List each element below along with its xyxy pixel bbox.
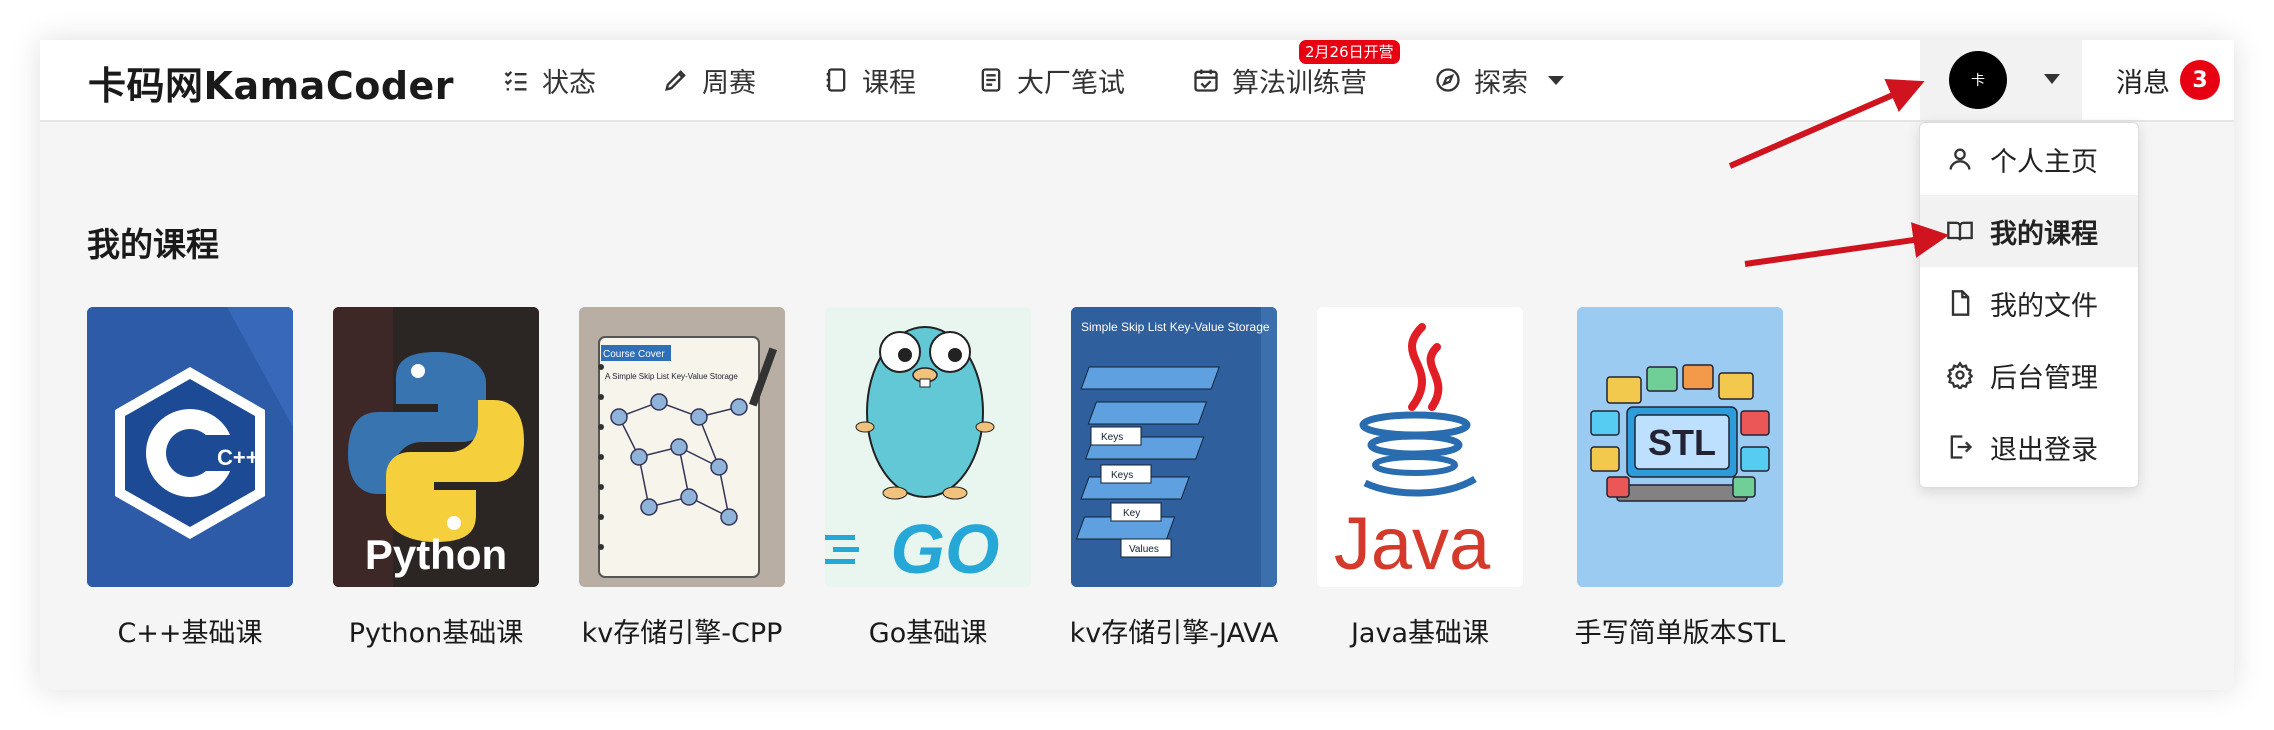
dropdown-label: 退出登录 — [1990, 434, 2098, 466]
nav-label: 周赛 — [702, 67, 756, 99]
notebook-icon — [826, 68, 846, 92]
cover-label: Values — [1129, 544, 1159, 555]
chevron-down-icon — [1548, 75, 1564, 85]
cover-title: Java — [1334, 502, 1491, 585]
dropdown-label: 个人主页 — [1990, 146, 2098, 178]
compass-icon — [1436, 68, 1460, 92]
list-check-icon — [504, 71, 527, 91]
site-logo[interactable]: 卡码网KamaCoder — [88, 55, 454, 110]
cover-label: Keys — [1101, 432, 1123, 443]
course-name: Python基础课 — [348, 618, 524, 649]
nav-item-courses[interactable]: 课程 — [822, 40, 916, 120]
nav-item-status[interactable]: 状态 — [502, 40, 596, 120]
course-card-stl[interactable]: STL 手写简单版本STL — [1575, 307, 1785, 650]
course-name: C++基础课 — [117, 618, 263, 649]
course-cover: Course Cover A Simple Skip List Key-Valu… — [579, 307, 785, 587]
messages-link[interactable]: 消息 3 — [2116, 40, 2220, 120]
course-name: kv存储引擎-CPP — [581, 618, 783, 649]
logout-icon — [1950, 435, 1973, 459]
user-icon — [1949, 148, 1971, 170]
cover-title: Simple Skip List Key-Value Storage — [1081, 320, 1270, 334]
promo-badge: 2月26日开营 — [1299, 40, 1400, 64]
course-cover: Java — [1317, 307, 1523, 587]
cover-title: C++ — [217, 445, 259, 470]
pencil-icon — [665, 70, 686, 91]
dropdown-label: 后台管理 — [1990, 362, 2098, 394]
course-cover: GO — [825, 307, 1031, 587]
dropdown-item-logout[interactable]: 退出登录 — [1920, 411, 2138, 483]
course-cover: C++ — [87, 307, 293, 587]
dropdown-item-profile[interactable]: 个人主页 — [1920, 123, 2138, 195]
nav-item-explore[interactable]: 探索 — [1434, 40, 1564, 120]
messages-label: 消息 — [2116, 67, 2170, 99]
course-card-kv-java[interactable]: Simple Skip List Key-Value Storage Keys … — [1070, 307, 1278, 650]
course-card-go[interactable]: GO Go基础课 — [825, 307, 1031, 650]
nav-label: 算法训练营 — [1232, 67, 1367, 99]
app-window: 卡码网KamaCoder 状态 周赛 课程 大厂笔试 算法训练营 2月26日开营… — [40, 40, 2234, 690]
course-name: 手写简单版本STL — [1574, 618, 1786, 649]
calendar-check-icon — [1194, 69, 1218, 92]
top-nav: 卡码网KamaCoder 状态 周赛 课程 大厂笔试 算法训练营 2月26日开营… — [40, 40, 2234, 122]
dropdown-item-admin[interactable]: 后台管理 — [1920, 339, 2138, 411]
course-cover: Python — [333, 307, 539, 587]
dropdown-label: 我的文件 — [1990, 290, 2098, 322]
section-title: 我的课程 — [87, 225, 219, 264]
cover-title: Course Cover — [603, 349, 665, 360]
cover-label: Key — [1123, 508, 1140, 519]
course-card-python[interactable]: Python Python基础课 — [333, 307, 539, 650]
dropdown-item-my-files[interactable]: 我的文件 — [1920, 267, 2138, 339]
course-cover: Simple Skip List Key-Value Storage Keys … — [1071, 307, 1277, 587]
cover-title: STL — [1648, 422, 1716, 463]
cover-subtitle: A Simple Skip List Key-Value Storage — [605, 372, 738, 381]
course-name: Go基础课 — [868, 618, 988, 649]
course-card-java[interactable]: Java Java基础课 — [1317, 307, 1523, 650]
cover-label: Keys — [1111, 470, 1133, 481]
book-icon — [1947, 221, 1973, 241]
dropdown-label: 我的课程 — [1990, 218, 2098, 250]
file-icon — [1951, 290, 1970, 316]
course-cover: STL — [1577, 307, 1783, 587]
nav-item-company-tests[interactable]: 大厂笔试 — [977, 40, 1125, 120]
nav-label: 大厂笔试 — [1017, 67, 1125, 99]
document-icon — [981, 68, 1001, 92]
nav-label: 课程 — [862, 67, 916, 99]
chevron-down-icon[interactable] — [2044, 74, 2060, 84]
cover-title: GO — [891, 510, 1000, 587]
nav-label: 状态 — [542, 67, 596, 99]
course-card-kv-cpp[interactable]: Course Cover A Simple Skip List Key-Valu… — [579, 307, 785, 650]
nav-label: 探索 — [1474, 67, 1528, 99]
course-card-cpp[interactable]: C++ C++基础课 — [87, 307, 293, 650]
nav-item-weekly-contest[interactable]: 周赛 — [662, 40, 756, 120]
gear-icon — [1946, 361, 1974, 389]
user-dropdown-menu: 个人主页 我的课程 我的文件 后台管理 退出登录 — [1919, 122, 2139, 488]
cover-title: Python — [365, 531, 507, 578]
course-name: kv存储引擎-JAVA — [1069, 618, 1279, 649]
avatar[interactable]: 卡 — [1949, 51, 2007, 109]
messages-count-badge: 3 — [2180, 60, 2220, 100]
course-name: Java基础课 — [1350, 618, 1490, 649]
dropdown-item-my-courses[interactable]: 我的课程 — [1920, 195, 2138, 267]
